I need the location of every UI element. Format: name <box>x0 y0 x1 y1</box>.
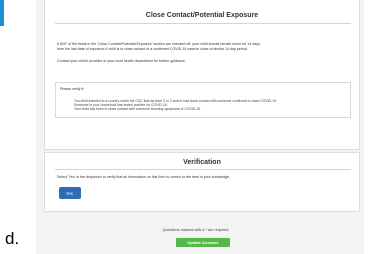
verification-instruction: Select 'Yes' in the dropdown to verify t… <box>57 175 231 179</box>
verification-select[interactable]: Yes <box>59 187 81 199</box>
left-accent-bar <box>0 0 4 26</box>
verify-heading: Please verify if: <box>60 87 85 91</box>
close-contact-card: Close Contact/Potential Exposure If ANY … <box>44 0 360 150</box>
verify-conditions-box: Please verify if: You child traveled to … <box>55 82 351 118</box>
verification-divider <box>55 169 351 170</box>
update-answers-button[interactable]: Update Answers <box>176 238 230 247</box>
guidance-paragraph: Contact your child's provider or your lo… <box>57 59 186 63</box>
verification-title: Verification <box>183 159 221 166</box>
condition-bullet: Your child has been in close contact wit… <box>74 107 201 111</box>
edge-letter: d. <box>5 229 20 248</box>
required-note: Questions marked with a * are required. <box>162 228 230 232</box>
verification-select-value: Yes <box>66 191 73 196</box>
title-divider <box>55 23 351 24</box>
close-contact-title: Close Contact/Potential Exposure <box>145 12 259 19</box>
exposure-paragraph-line2: from the last date of exposure if child … <box>57 47 248 51</box>
verification-card: Verification Select 'Yes' in the dropdow… <box>44 152 360 212</box>
